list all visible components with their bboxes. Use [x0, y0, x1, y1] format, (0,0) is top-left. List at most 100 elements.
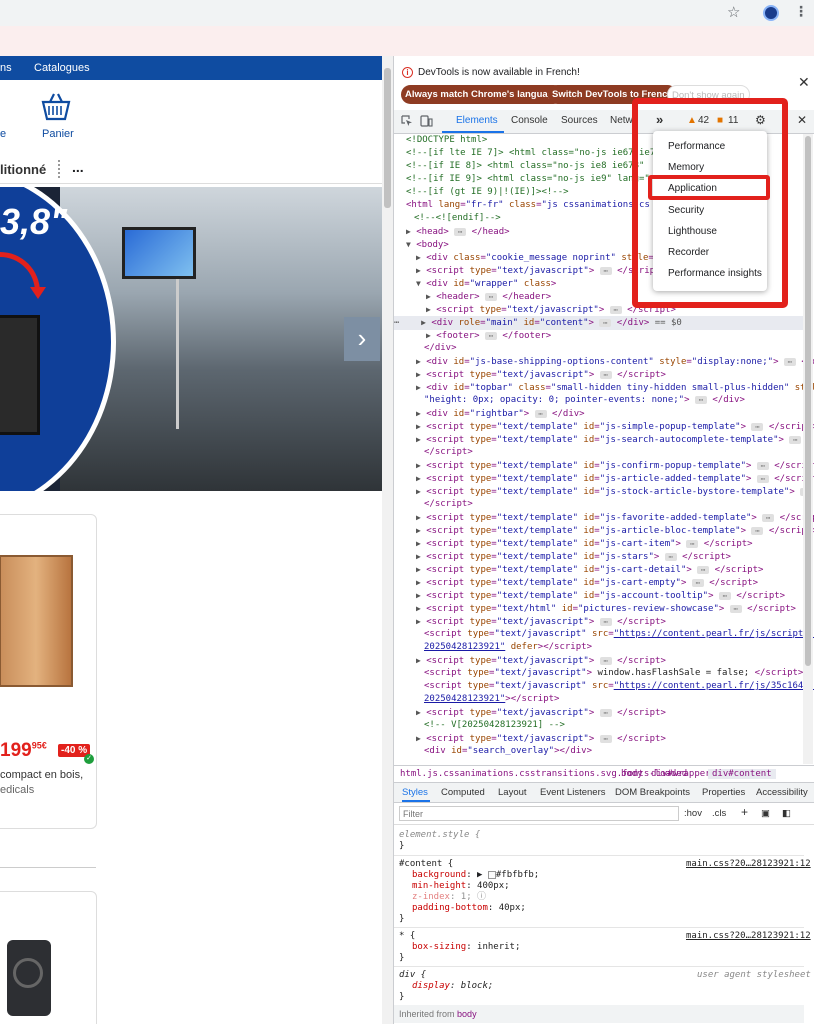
- style-declaration[interactable]: display: block;: [412, 981, 493, 992]
- dom-line[interactable]: ▶ <script type="text/javascript"> ⋯ </sc…: [416, 264, 666, 278]
- match-language-button[interactable]: Always match Chrome's language: [401, 85, 563, 104]
- dom-line[interactable]: ▶ <script type="text/template" id="js-st…: [416, 485, 813, 499]
- basket-label[interactable]: Panier: [42, 128, 74, 140]
- dom-line[interactable]: <script type="text/javascript"> window.h…: [424, 667, 803, 680]
- dom-line[interactable]: <div id="search_overlay"></div>: [424, 745, 592, 758]
- subtab-styles[interactable]: Styles: [402, 787, 428, 798]
- filter-label[interactable]: litionné: [0, 162, 46, 177]
- new-rule-icon[interactable]: +: [741, 805, 748, 819]
- dom-line[interactable]: ▼ <div id="wrapper" class>: [416, 277, 556, 291]
- dom-line[interactable]: <!--<![endif]-->: [414, 212, 501, 225]
- carousel-next-button[interactable]: ›: [344, 317, 380, 361]
- cls-toggle[interactable]: .cls: [712, 808, 726, 819]
- style-declaration[interactable]: padding-bottom: 40px;: [412, 903, 526, 914]
- rule-selector[interactable]: element.style {: [399, 830, 480, 841]
- browser-menu-icon[interactable]: ⋮: [794, 3, 808, 20]
- dom-line[interactable]: <!--[if IE 8]> <html class="no-js ie8 ie…: [406, 160, 644, 173]
- subtab-event-listeners[interactable]: Event Listeners: [540, 787, 605, 798]
- dom-line[interactable]: ▶ <script type="text/javascript"> ⋯ </sc…: [416, 615, 666, 629]
- dom-line[interactable]: ▶ <script type="text/template" id="js-ca…: [416, 537, 753, 551]
- scrollbar-thumb[interactable]: [805, 136, 811, 666]
- tab-elements[interactable]: Elements: [456, 115, 498, 126]
- breadcrumb-html[interactable]: html.js.cssanimations.csstransitions.svg…: [400, 769, 687, 779]
- dom-line[interactable]: <html lang="fr-fr" class="js cssanimatio…: [406, 199, 650, 212]
- sidebar-toggle-icon[interactable]: ◧: [782, 808, 791, 819]
- dom-line[interactable]: ▶ <script type="text/javascript"> ⋯ </sc…: [416, 654, 666, 668]
- profile-avatar[interactable]: [763, 5, 779, 21]
- rule-selector[interactable]: * {: [399, 931, 415, 942]
- dom-line[interactable]: ▶ <div id="topbar" class="small-hidden t…: [416, 381, 814, 395]
- paint-icon[interactable]: ▣: [761, 808, 770, 819]
- dom-line[interactable]: <!-- V[20250428123921] -->: [424, 719, 565, 732]
- dom-line[interactable]: ▶ <head> ⋯ </head>: [406, 225, 510, 239]
- inspect-element-icon[interactable]: [401, 115, 413, 127]
- dom-line[interactable]: 20250428123921" defer></script>: [424, 641, 592, 654]
- dom-line[interactable]: ▶ <script type="text/javascript"> ⋯ </sc…: [416, 706, 666, 720]
- tab-console[interactable]: Console: [511, 115, 548, 126]
- scrollbar-thumb[interactable]: [384, 68, 391, 208]
- product-description[interactable]: compact en bois,: [0, 769, 83, 781]
- nav-item-partial[interactable]: ns: [0, 62, 12, 74]
- dom-line[interactable]: <!--[if (gt IE 9)|!(IE)]><!-->: [406, 186, 569, 199]
- rule-selector[interactable]: div {: [399, 970, 426, 981]
- product-card[interactable]: [0, 514, 97, 829]
- dom-line[interactable]: </script>: [424, 446, 473, 459]
- subtab-properties[interactable]: Properties: [702, 787, 745, 798]
- dom-line[interactable]: ▶ <div id="rightbar"> ⋯ </div>: [416, 407, 585, 421]
- basket-icon[interactable]: [40, 92, 72, 122]
- close-notice-icon[interactable]: ✕: [798, 74, 810, 91]
- page-scrollbar[interactable]: [382, 56, 393, 1024]
- dom-line[interactable]: ▶ <script type="text/template" id="js-ca…: [416, 576, 758, 590]
- dom-line[interactable]: <!--[if IE 9]> <html class="no-js ie9" l…: [406, 173, 650, 186]
- filter-more[interactable]: ...: [72, 159, 84, 175]
- dom-line[interactable]: "height: 0px; opacity: 0; pointer-events…: [424, 394, 745, 407]
- dom-line[interactable]: <script type="text/javascript" src="http…: [424, 628, 814, 641]
- inherited-element-link[interactable]: body: [457, 1009, 477, 1019]
- dom-line[interactable]: ▶ <script type="text/html" id="pictures-…: [416, 602, 796, 616]
- subtab-dom-breakpoints[interactable]: DOM Breakpoints: [615, 787, 690, 798]
- dom-line[interactable]: ▶ <script type="text/template" id="js-co…: [416, 459, 814, 473]
- dom-tree-scrollbar[interactable]: [803, 134, 813, 764]
- subtab-computed[interactable]: Computed: [441, 787, 485, 798]
- close-devtools-icon[interactable]: ✕: [797, 113, 807, 127]
- dom-line[interactable]: ▶ <script type="text/template" id="js-fa…: [416, 511, 814, 525]
- promo-banner[interactable]: 3,8" ›: [0, 187, 382, 491]
- dom-line[interactable]: <!--[if lte IE 7]> <html class="no-js ie…: [406, 147, 661, 160]
- dom-line[interactable]: ▶ <script type="text/template" id="js-ar…: [416, 524, 814, 538]
- bookmark-star-icon[interactable]: ☆: [727, 3, 740, 21]
- dom-line[interactable]: ▶ <script type="text/template" id="js-se…: [416, 433, 802, 447]
- styles-filter-input[interactable]: [399, 806, 679, 821]
- dom-line[interactable]: ▶ <script type="text/template" id="js-ar…: [416, 472, 814, 486]
- style-declaration[interactable]: box-sizing: inherit;: [412, 942, 520, 953]
- dom-line-selected[interactable]: ⋯ ▶ <div role="main" id="content"> ⋯ </d…: [394, 316, 804, 330]
- tab-sources[interactable]: Sources: [561, 115, 598, 126]
- product-image-powerbank[interactable]: [7, 940, 51, 1016]
- dom-line[interactable]: 20250428123921"></script>: [424, 693, 559, 706]
- hov-toggle[interactable]: :hov: [684, 808, 702, 819]
- dom-line[interactable]: ▼ <body>: [406, 238, 449, 252]
- rule-source-link[interactable]: main.css?20…28123921:12: [686, 859, 811, 870]
- dom-line[interactable]: <!DOCTYPE html>: [406, 134, 487, 147]
- style-declaration[interactable]: min-height: 400px;: [412, 881, 510, 892]
- subtab-layout[interactable]: Layout: [498, 787, 527, 798]
- dom-line[interactable]: </script>: [424, 498, 473, 511]
- product-card[interactable]: [0, 891, 97, 1024]
- color-swatch[interactable]: [487, 870, 496, 879]
- breadcrumb-body[interactable]: body: [621, 769, 643, 779]
- breadcrumb-content[interactable]: div#content: [708, 769, 776, 779]
- dom-line[interactable]: </div>: [424, 342, 457, 355]
- dom-line[interactable]: ▶ <script type="text/template" id="js-ac…: [416, 589, 785, 603]
- dom-line[interactable]: ▶ <header> ⋯ </header>: [426, 290, 551, 304]
- rule-source-link[interactable]: main.css?20…28123921:12: [686, 931, 811, 942]
- dom-line[interactable]: ▶ <script type="text/template" id="js-si…: [416, 420, 814, 434]
- dom-line[interactable]: <script type="text/javascript" src="http…: [424, 680, 814, 693]
- dom-line[interactable]: ▶ <script type="text/template" id="js-st…: [416, 550, 731, 564]
- dom-line[interactable]: ▶ <script type="text/template" id="js-ca…: [416, 563, 763, 577]
- account-label-partial[interactable]: e: [0, 128, 6, 140]
- dom-line[interactable]: ▶ <div id="js-base-shipping-options-cont…: [416, 355, 814, 369]
- dom-line[interactable]: ▶ <script type="text/javascript"> ⋯ </sc…: [416, 732, 666, 746]
- subtab-accessibility[interactable]: Accessibility: [756, 787, 808, 798]
- dom-line[interactable]: ▶ <script type="text/javascript"> ⋯ </sc…: [416, 368, 666, 382]
- dom-line[interactable]: ▶ <footer> ⋯ </footer>: [426, 329, 551, 343]
- device-toolbar-icon[interactable]: [420, 115, 433, 127]
